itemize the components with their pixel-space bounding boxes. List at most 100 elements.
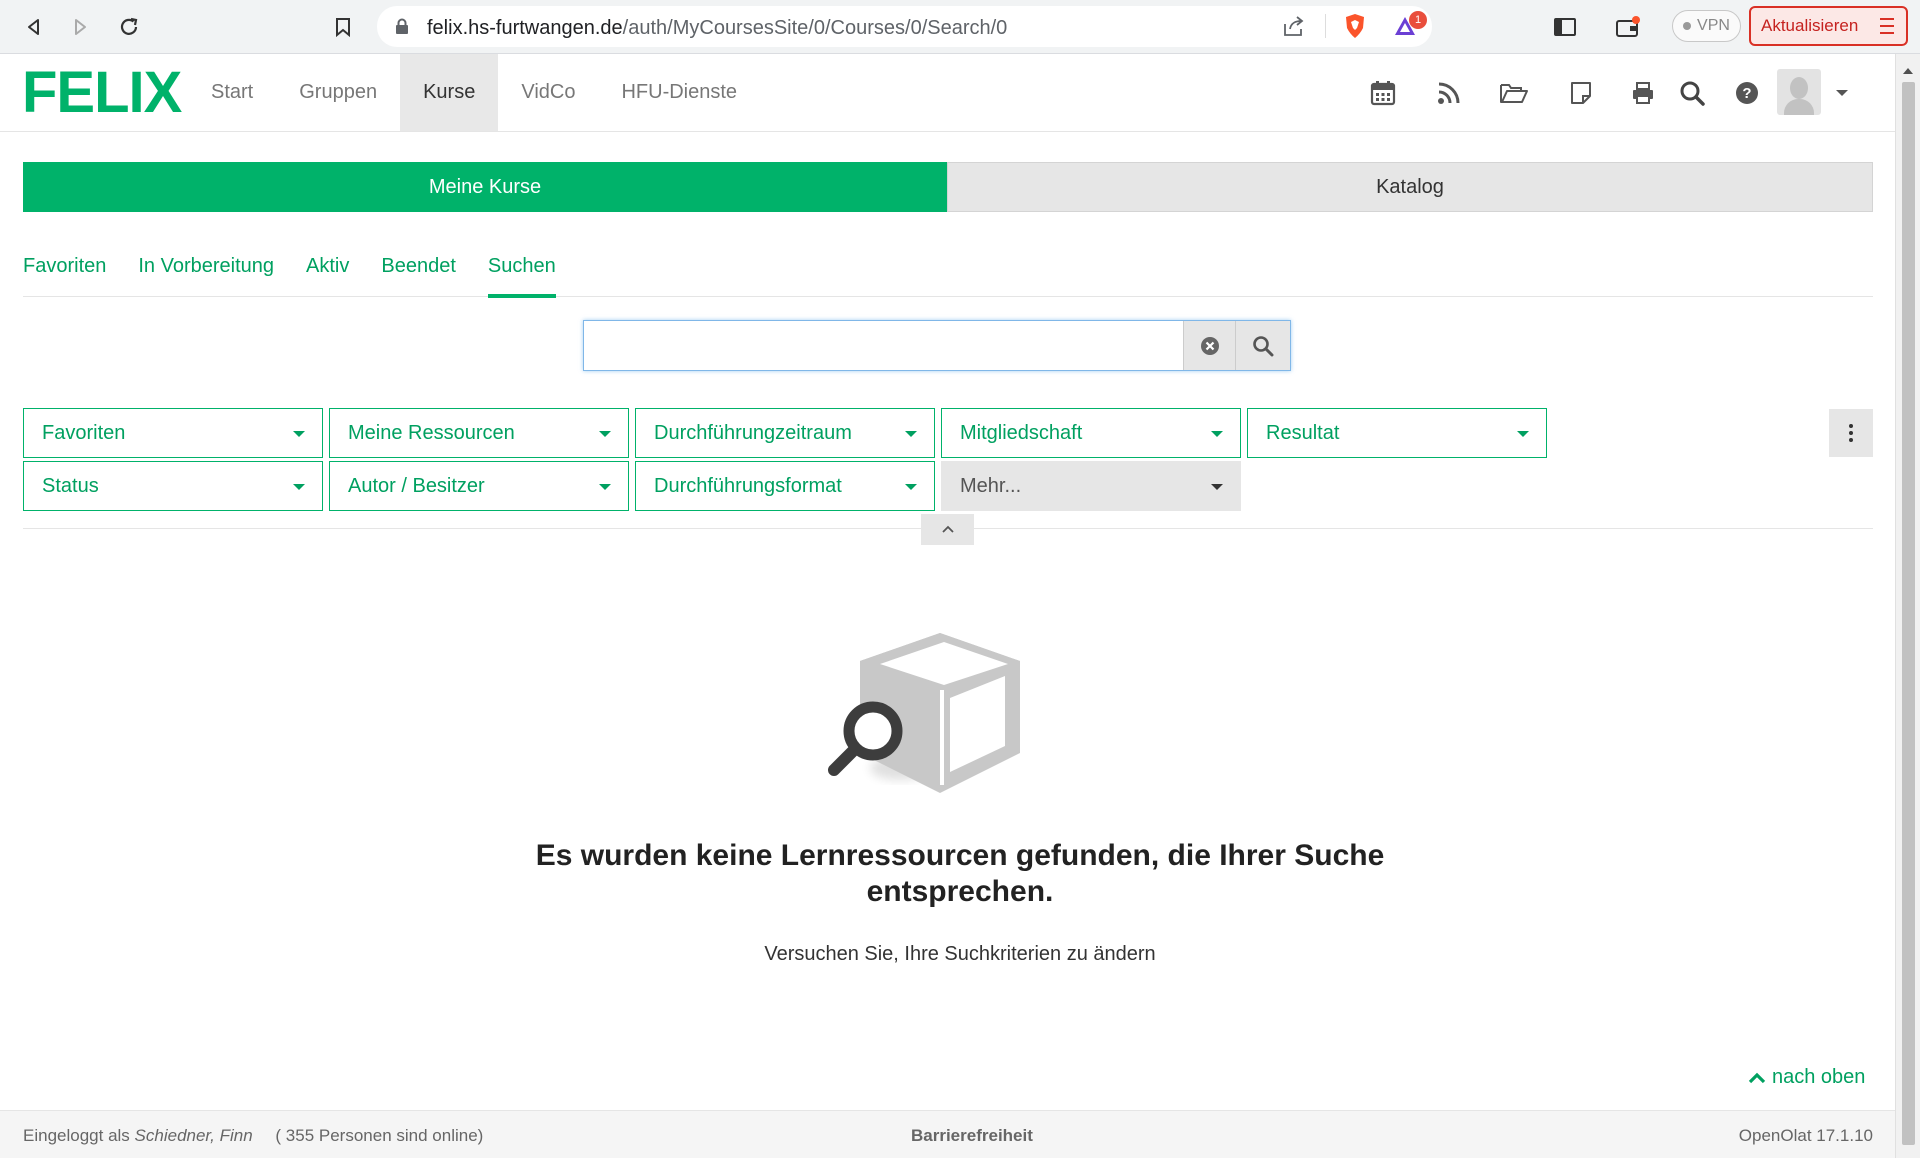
search-box <box>583 320 1291 371</box>
update-label: Aktualisieren <box>1761 16 1859 35</box>
felix-logo[interactable]: FELIX <box>22 64 182 122</box>
reload-icon[interactable] <box>113 11 145 43</box>
filter-status[interactable]: Status <box>23 461 323 511</box>
chevron-up-icon <box>1748 1072 1766 1083</box>
lock-icon <box>395 18 409 40</box>
filter-autor-besitzer[interactable]: Autor / Besitzer <box>329 461 629 511</box>
course-segments: Meine Kurse Katalog <box>23 162 1873 212</box>
folder-open-icon[interactable] <box>1499 78 1529 108</box>
logged-in-user[interactable]: Schiedner, Finn <box>135 1126 253 1145</box>
caret-down-icon <box>599 431 611 437</box>
url-text: felix.hs-furtwangen.de/auth/MyCoursesSit… <box>427 17 1007 40</box>
filter-label: Autor / Besitzer <box>348 474 485 497</box>
address-bar[interactable]: felix.hs-furtwangen.de/auth/MyCoursesSit… <box>377 6 1432 47</box>
empty-result-hint: Versuchen Sie, Ihre Suchkriterien zu änd… <box>764 943 1156 965</box>
nav-hfu-dienste[interactable]: HFU-Dienste <box>598 54 760 131</box>
caret-down-icon <box>599 484 611 490</box>
course-subtabs: Favoriten In Vorbereitung Aktiv Beendet … <box>23 250 1873 298</box>
caret-down-icon <box>293 484 305 490</box>
footer: Eingeloggt als Schiedner, Finn ( 355 Per… <box>0 1110 1895 1158</box>
online-count[interactable]: ( 355 Personen sind online) <box>275 1126 483 1145</box>
tab-beendet[interactable]: Beendet <box>381 250 456 297</box>
tab-aktiv[interactable]: Aktiv <box>306 250 349 297</box>
caret-down-icon <box>1517 431 1529 437</box>
vpn-toggle[interactable]: VPN <box>1672 10 1741 42</box>
filter-label: Mehr... <box>960 474 1022 497</box>
footer-session-info: Eingeloggt als Schiedner, Finn ( 355 Per… <box>23 1126 483 1146</box>
segment-katalog[interactable]: Katalog <box>947 162 1873 212</box>
svg-text:?: ? <box>1742 85 1751 102</box>
filter-label: Mitgliedschaft <box>960 421 1083 444</box>
back-icon[interactable] <box>18 11 50 43</box>
filter-label: Meine Ressourcen <box>348 421 515 444</box>
help-icon[interactable]: ? <box>1732 78 1762 108</box>
menu-icon <box>1880 18 1894 34</box>
brave-shield-icon[interactable] <box>1343 13 1367 44</box>
avatar[interactable] <box>1777 69 1821 115</box>
filter-label: Favoriten <box>42 421 126 444</box>
caret-down-icon <box>1211 484 1223 490</box>
filter-mitgliedschaft[interactable]: Mitgliedschaft <box>941 408 1241 458</box>
caret-down-icon <box>1211 431 1223 437</box>
print-icon[interactable] <box>1628 78 1658 108</box>
tab-suchen[interactable]: Suchen <box>487 250 556 298</box>
vpn-status-dot <box>1683 22 1692 30</box>
filter-label: Durchführungsformat <box>654 474 842 497</box>
forward-icon[interactable] <box>64 11 96 43</box>
filter-meine-ressourcen[interactable]: Meine Ressourcen <box>329 408 629 458</box>
nav-start[interactable]: Start <box>188 54 276 131</box>
search-submit-button[interactable] <box>1235 321 1290 370</box>
app-header: FELIX Start Gruppen Kurse VidCo HFU-Dien… <box>0 54 1895 132</box>
nav-kurse[interactable]: Kurse <box>400 54 499 131</box>
caret-down-icon <box>293 431 305 437</box>
url-path: /auth/MyCoursesSite/0/Courses/0/Search/0 <box>622 17 1008 39</box>
tab-in-vorbereitung[interactable]: In Vorbereitung <box>138 250 274 297</box>
scroll-thumb[interactable] <box>1902 82 1915 1145</box>
accessibility-link[interactable]: Barrierefreiheit <box>911 1126 1033 1146</box>
note-icon[interactable] <box>1566 78 1596 108</box>
caret-down-icon <box>905 484 917 490</box>
search-icon[interactable] <box>1677 78 1707 108</box>
filter-durchfuehrungsformat[interactable]: Durchführungsformat <box>635 461 935 511</box>
scroll-up-icon[interactable] <box>1903 68 1913 74</box>
tab-favoriten[interactable]: Favoriten <box>23 250 106 297</box>
search-input[interactable] <box>584 321 1183 370</box>
filter-label: Durchführungzeitraum <box>654 421 852 444</box>
bookmark-icon[interactable] <box>327 11 359 43</box>
collapse-filters-button[interactable] <box>921 514 974 545</box>
caret-down-icon <box>905 431 917 437</box>
notification-badge: 1 <box>1409 11 1427 29</box>
more-options-button[interactable] <box>1829 409 1873 457</box>
share-icon[interactable] <box>1282 15 1306 42</box>
filter-mehr[interactable]: Mehr... <box>941 461 1241 511</box>
filter-resultat[interactable]: Resultat <box>1247 408 1547 458</box>
search-icon <box>1253 335 1274 356</box>
page-scrollbar[interactable] <box>1895 54 1920 1158</box>
empty-result-illustration <box>820 628 1030 808</box>
chevron-up-icon <box>941 525 954 533</box>
logged-in-prefix: Eingeloggt als <box>23 1126 130 1145</box>
wallet-icon[interactable] <box>1612 11 1644 43</box>
nav-vidco[interactable]: VidCo <box>498 54 598 131</box>
filter-durchfuehrungszeitraum[interactable]: Durchführungzeitraum <box>635 408 935 458</box>
version-info: OpenOlat 17.1.10 <box>1738 1126 1873 1145</box>
filter-favoriten[interactable]: Favoriten <box>23 408 323 458</box>
vpn-label: VPN <box>1697 17 1730 34</box>
clear-search-button[interactable] <box>1183 321 1235 370</box>
back-to-top-link[interactable]: nach oben <box>1748 1066 1865 1089</box>
rss-icon[interactable] <box>1434 78 1464 108</box>
calendar-icon[interactable] <box>1368 78 1398 108</box>
close-circle-icon <box>1200 336 1219 355</box>
update-button[interactable]: Aktualisieren <box>1749 6 1908 46</box>
url-divider <box>1325 14 1326 38</box>
chevron-down-icon[interactable] <box>1836 90 1848 96</box>
filter-label: Resultat <box>1266 421 1340 444</box>
back-to-top-label: nach oben <box>1772 1066 1866 1088</box>
main-nav: Start Gruppen Kurse VidCo HFU-Dienste <box>188 54 760 131</box>
segment-meine-kurse[interactable]: Meine Kurse <box>23 162 947 212</box>
sidebar-icon[interactable] <box>1549 11 1581 43</box>
empty-result-title: Es wurden keine Lernressourcen gefunden,… <box>535 839 1385 908</box>
nav-gruppen[interactable]: Gruppen <box>276 54 400 131</box>
browser-toolbar: felix.hs-furtwangen.de/auth/MyCoursesSit… <box>0 0 1920 54</box>
filter-label: Status <box>42 474 99 497</box>
